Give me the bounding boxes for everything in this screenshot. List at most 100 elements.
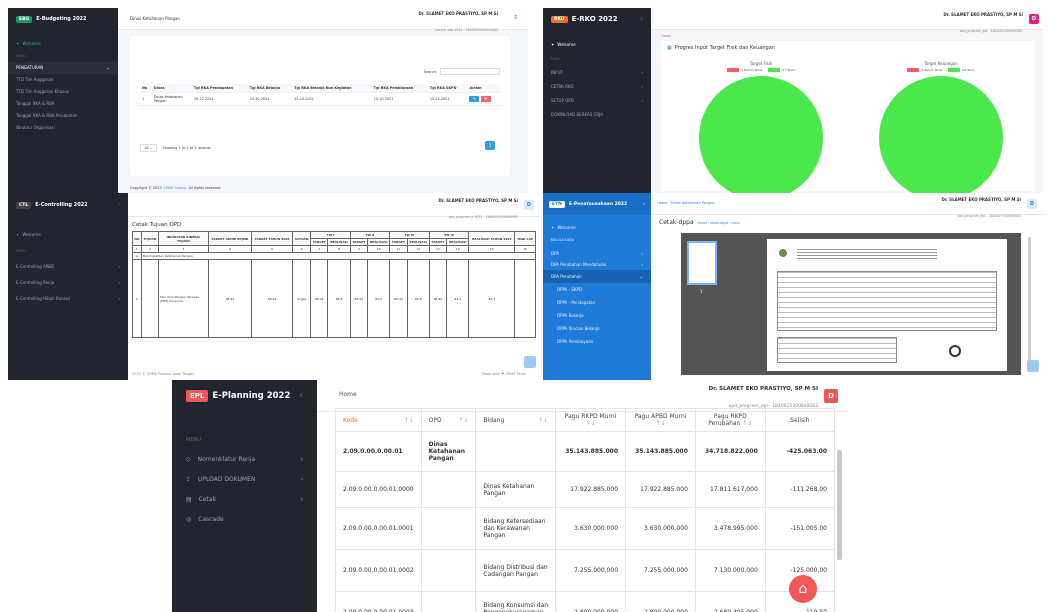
chevron-right-icon: › (641, 251, 643, 256)
home-button[interactable]: ⌂ (789, 575, 817, 603)
app-title: E-Budgeting 2022 (36, 16, 87, 22)
avatar[interactable]: D (1027, 199, 1037, 209)
topbar: Dr. SLAMET EKO PRASTIYO, SP M Si opd_prog… (128, 193, 540, 219)
menu-cascade[interactable]: ◎ Cascade (172, 510, 317, 530)
menu-dppa-rincian-belanja[interactable]: DPPA Rincian Belanja (543, 322, 651, 335)
edit-button[interactable]: ✎ (469, 96, 480, 102)
menu-dpa-perubahan-mendahului[interactable]: DPA Perubahan Mendahului › (543, 260, 651, 270)
menu-tanggal-rka-perubahan[interactable]: Tanggal RKA & RBA Perubahan (8, 110, 118, 122)
table-row[interactable]: 2.09.0.00.0.00.01 Dinas Ketahanan Pangan… (335, 431, 836, 472)
col-header-pagu-rkpd-murni[interactable]: Pagu RKPD Murni ↑↓ (555, 408, 627, 432)
app-logo: CTL (16, 201, 32, 209)
topbar: Dr. SLAMET EKO PRASTIYO, SP M Si opd_prog… (651, 8, 1043, 33)
prev-page-icon[interactable]: ‹ (480, 143, 482, 148)
chevron-right-icon: › (641, 70, 643, 75)
search-input[interactable] (440, 68, 500, 75)
app-title: E-Controlling 2022 (35, 202, 88, 208)
footer-link[interactable]: GRMS Solong (163, 186, 186, 190)
user-info[interactable]: Dr. SLAMET EKO PRASTIYO, SP M Si ponnel a… (419, 11, 498, 35)
table-row[interactable]: 2.09.0.00.0.00.01.0001 Bidang Ketersedia… (335, 507, 836, 550)
table-row[interactable]: 2.09.0.00.0.00.01.0000 Dinas Ketahanan P… (335, 471, 836, 508)
footer: Copyright © 2023 GRMS Solong. All rights… (130, 186, 222, 190)
collapse-icon[interactable]: ‹ (640, 15, 643, 23)
card-title: Progres Input Target Fisik dan Keuangan (674, 45, 775, 51)
menu-welcome[interactable]: ✦ Welcome (8, 38, 118, 50)
avatar[interactable]: D (824, 389, 838, 403)
collapse-icon[interactable]: ‹ (299, 391, 303, 401)
menu-upload[interactable]: ⇪ UPLOAD DOKUMEN › (172, 470, 317, 490)
menu-struktur[interactable]: Struktur Organisasi (8, 122, 118, 134)
pdf-thumbnail[interactable] (687, 241, 717, 285)
menu-dppa-skpd[interactable]: DPPA - SKPD (543, 283, 651, 296)
menu-ttd-tim-anggaran[interactable]: TTD Tim Anggaran (8, 74, 118, 86)
upload-icon: ⇪ (186, 476, 192, 483)
menu-cetak[interactable]: ▤ Cetak › (172, 490, 317, 510)
collapse-icon[interactable]: ‹ (118, 202, 120, 208)
menu-controlling-apbd[interactable]: E-Controlling APBD › (8, 259, 128, 275)
menu-pengaturan[interactable]: PENGATURAN ⌄ (8, 62, 118, 74)
col-header[interactable]: Tgl RKA Belanja Non Kegiatan (292, 84, 372, 93)
breadcrumb[interactable]: Home (339, 391, 357, 398)
breadcrumb[interactable]: Home › Dinas Ketahanan Pangan (657, 201, 715, 205)
col-header[interactable]: Tgl RKA Belanja (247, 84, 293, 93)
folder-icon: ◇ (186, 456, 191, 463)
col-header[interactable]: Tgl RKA SKPD (427, 84, 468, 93)
collapse-icon[interactable]: ‹ (643, 202, 645, 207)
pie-chart (699, 76, 823, 193)
col-header[interactable]: No (140, 84, 152, 93)
menu-controlling-renja[interactable]: E-Controlling Renja › (8, 275, 128, 291)
avatar[interactable]: D (1029, 14, 1039, 24)
menu-dppa-pembiayaan[interactable]: DPPA Pembiayaan (543, 335, 651, 348)
target-icon: ◎ (186, 516, 192, 523)
table-row[interactable]: 2.09.0.00.0.00.01.0003 Bidang Konsumsi d… (335, 591, 836, 612)
legend-swatch (727, 68, 740, 72)
menu-controlling-hibah[interactable]: E-Controlling Hibah Bansos › (8, 291, 128, 307)
menu-welcome[interactable]: ✦ Welcome (543, 38, 651, 52)
breadcrumb[interactable]: Home (661, 34, 671, 38)
menu-ttd-tim-khusus[interactable]: TTD Tim Anggaran Khusus (8, 86, 118, 98)
menu-download[interactable]: DOWNLOAD BERKAS CRJA (543, 108, 651, 122)
menu-nomenklatur[interactable]: ◇ Nomenklatur Renja › (172, 450, 317, 470)
pdf-viewer[interactable]: 1 (681, 233, 1021, 375)
col-header[interactable]: Tgl RKA Pendapatan (191, 84, 248, 93)
search-label: Search: (423, 69, 437, 74)
user-info[interactable]: Dr. SLAMET EKO PRASTIYO, SP M Si opd_prog… (942, 197, 1021, 221)
settings-icon[interactable]: ⇕ (513, 14, 518, 21)
page-size-select[interactable]: 10 ⌄ (140, 144, 157, 152)
menu-section: MENU (186, 437, 201, 443)
col-header[interactable]: Action (467, 84, 500, 93)
pdf-footer-lines (777, 337, 897, 363)
scroll-top-button[interactable] (524, 356, 536, 368)
next-page-icon[interactable]: › (498, 143, 500, 148)
col-header-bidang[interactable]: Bidang ↑↓ (475, 408, 557, 432)
col-header-pagu-rkpd-perubahan[interactable]: Pagu RKPD Perubahan ↑↓ (694, 408, 766, 432)
scroll-top-button[interactable] (1027, 360, 1039, 372)
menu-welcome[interactable]: ✦ Welcome (543, 221, 651, 234)
menu-tanggal-rka[interactable]: Tanggal RKA & RBA (8, 98, 118, 110)
user-info[interactable]: Dr. SLAMET EKO PRASTIYO, SP M Si opd_prog… (944, 12, 1023, 36)
page-1-button[interactable]: 1 (484, 141, 496, 150)
menu-cetak-rko[interactable]: CETAK RKO › (543, 80, 651, 94)
col-header-kode[interactable]: Kode ↑↓ (335, 408, 422, 432)
menu-dpa[interactable]: DPA › (543, 247, 651, 260)
col-header[interactable]: Tgl RKA Pembiayaan (371, 84, 428, 93)
menu-welcome[interactable]: ✦ Welcome (8, 227, 128, 243)
menu-dpa-perubahan[interactable]: DPA Perubahan ⌄ (543, 270, 651, 283)
scrollbar[interactable] (837, 450, 842, 560)
col-header-selisih[interactable]: Selisih (764, 408, 836, 432)
page-breadcrumb[interactable]: Home › cetak-dppa › input (698, 221, 740, 225)
menu-dppa-pendapatan[interactable]: DPPA - Pendapatan (543, 296, 651, 309)
col-header[interactable]: Dinas (151, 84, 192, 93)
chevron-right-icon: › (641, 84, 643, 89)
menu-setup-opd[interactable]: SETUP OPD › (543, 94, 651, 108)
menu-dppa-belanja[interactable]: DPPA Belanja (543, 309, 651, 322)
sidebar: CTL E-Controlling 2022 ‹ ✦ Welcome MENU … (8, 193, 128, 380)
col-header-opd[interactable]: OPD ↑↓ (420, 408, 477, 432)
avatar[interactable]: D (524, 200, 534, 210)
delete-button[interactable]: ✖ (480, 96, 491, 102)
scrollbar[interactable] (1028, 237, 1031, 367)
user-info[interactable]: Dr. SLAMET EKO PRASTIYO, SP M Si opd_prog… (439, 198, 518, 222)
table-row[interactable]: 2.09.0.00.0.00.01.0002 Bidang Distribusi… (335, 549, 836, 592)
menu-input[interactable]: INPUT › (543, 66, 651, 80)
col-header-pagu-apbd-murni[interactable]: Pagu APBD Murni ↑↓ (625, 408, 696, 432)
